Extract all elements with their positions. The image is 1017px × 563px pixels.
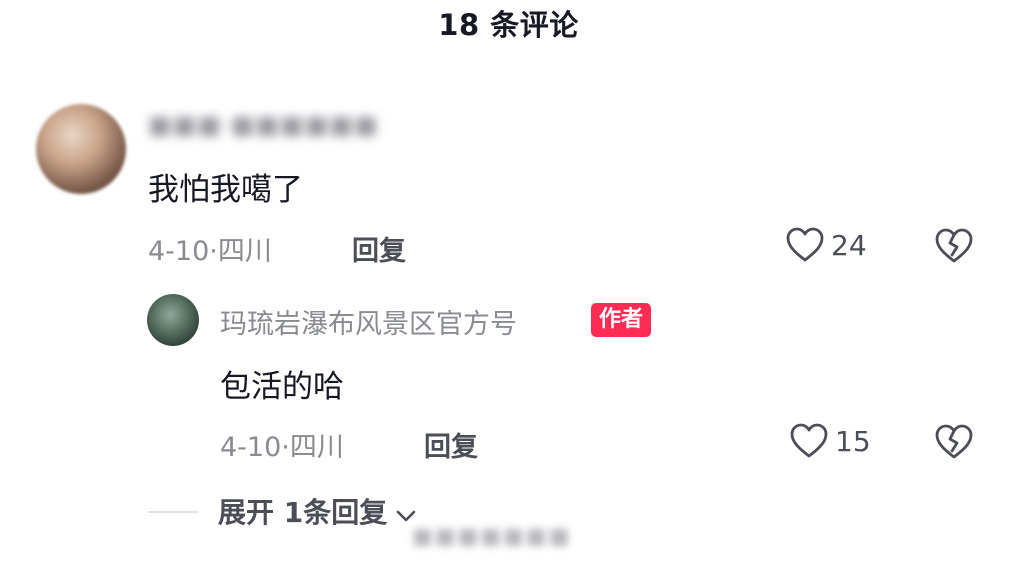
broken-heart-icon	[934, 227, 974, 265]
reply-date: 4-10	[220, 432, 282, 463]
comment-location: 四川	[217, 236, 272, 267]
reply-author-name[interactable]: 玛琉岩瀑布风景区官方号	[220, 302, 517, 341]
comment-count-title: 18 条评论	[438, 8, 579, 42]
reply-meta: 4-10·四川	[220, 432, 344, 463]
broken-heart-icon	[934, 423, 974, 461]
comment-meta: 4-10·四川	[148, 236, 272, 267]
reply-like-count: 15	[835, 424, 871, 458]
comment-date: 4-10	[148, 236, 210, 267]
commenter-avatar[interactable]	[36, 104, 126, 194]
reply-like-button[interactable]: 15	[789, 422, 871, 460]
comment-text: 我怕我噶了	[148, 172, 303, 208]
reply-author-avatar[interactable]	[147, 294, 199, 346]
expand-replies-label: 展开 1条回复	[218, 496, 388, 529]
reply-button[interactable]: 回复	[352, 229, 406, 268]
watermark: ■■■■■■■	[412, 524, 572, 549]
reply-dislike-button[interactable]	[934, 423, 974, 461]
commenter-username[interactable]: ■■■·■■■■■■	[148, 110, 379, 139]
reply-to-reply-button[interactable]: 回复	[424, 425, 478, 464]
reply-text: 包活的哈	[220, 369, 344, 405]
reply-location: 四川	[289, 432, 344, 463]
like-count: 24	[831, 228, 867, 262]
comment-panel: 18 条评论 ■■■·■■■■■■ 我怕我噶了 4-10·四川 回复 24 玛琉…	[0, 0, 1017, 563]
like-button[interactable]: 24	[785, 226, 867, 264]
author-badge: 作者	[591, 303, 652, 337]
heart-outline-icon	[789, 422, 829, 460]
heart-outline-icon	[785, 226, 825, 264]
dislike-button[interactable]	[934, 227, 974, 265]
expand-divider	[148, 511, 198, 513]
expand-replies-button[interactable]: 展开 1条回复	[218, 491, 417, 531]
